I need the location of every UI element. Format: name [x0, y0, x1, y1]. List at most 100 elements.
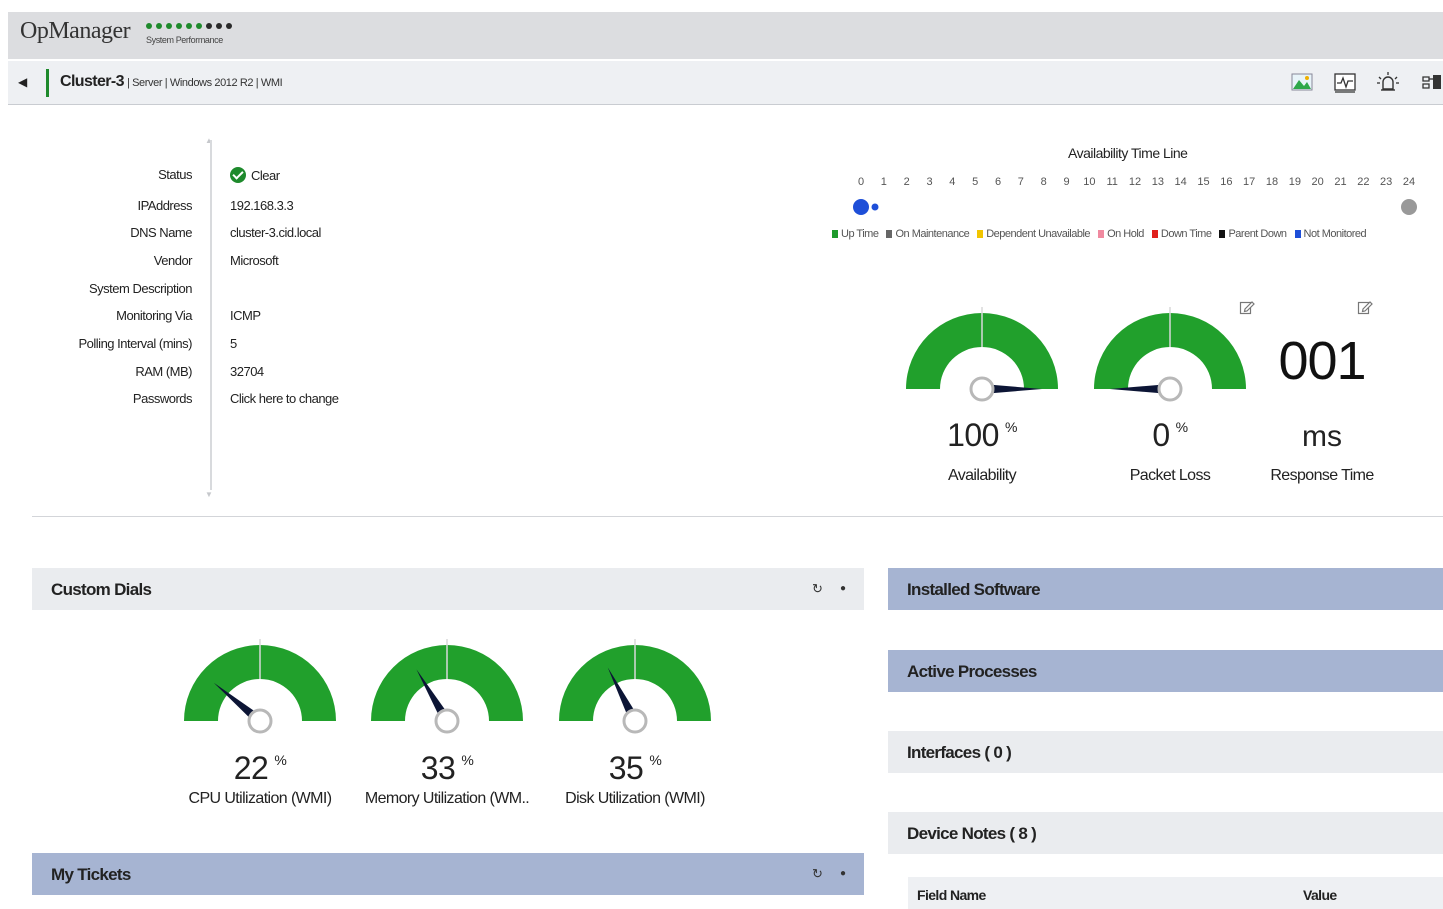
- legend-label: Up Time: [841, 228, 879, 240]
- device-meta: | Server | Windows 2012 R2 | WMI: [127, 77, 283, 89]
- memory-dial: [371, 639, 523, 734]
- brand-logo: System Performance: [146, 23, 246, 47]
- back-arrow-icon[interactable]: ◀: [18, 75, 27, 89]
- gauge-hub: [1157, 376, 1183, 402]
- my-tickets-header: My Tickets ↻ ●: [32, 853, 864, 895]
- legend-label: Down Time: [1160, 228, 1212, 240]
- availability-value: 100%: [947, 417, 1017, 453]
- response-time-value: 001: [1278, 331, 1366, 391]
- refresh-icon[interactable]: ↻: [812, 581, 823, 597]
- legend-item: On Hold: [1098, 228, 1144, 240]
- config-icon[interactable]: [1419, 71, 1443, 93]
- memory-value: 33%: [420, 750, 474, 786]
- legend-swatch: [832, 230, 838, 238]
- legend-swatch: [1151, 230, 1158, 238]
- timeline-hour-label: 3: [926, 176, 933, 188]
- timeline-hour-label: 12: [1128, 176, 1142, 188]
- packet-loss-label: Packet Loss: [1129, 467, 1211, 484]
- legend-item: Up Time: [832, 228, 879, 240]
- legend-label: Not Monitored: [1303, 228, 1367, 240]
- status-text: Clear: [251, 167, 280, 183]
- gauge-hub: [969, 376, 995, 402]
- prop-label-dns: DNS Name: [130, 225, 192, 240]
- edit-icon[interactable]: [1239, 299, 1255, 315]
- availability-timeline-title: Availability Time Line: [1068, 145, 1188, 161]
- prop-label-vendor: Vendor: [153, 253, 193, 268]
- prop-label-sysdesc: System Description: [89, 281, 192, 296]
- timeline-hour-label: 15: [1197, 176, 1210, 188]
- legend-label: On Hold: [1107, 228, 1144, 240]
- timeline-marker[interactable]: [1401, 199, 1417, 215]
- timeline-hour-label: 13: [1151, 176, 1164, 188]
- legend-label: On Maintenance: [895, 228, 970, 240]
- settings-icon[interactable]: ●: [840, 583, 846, 594]
- app-title: OpManager: [20, 18, 131, 44]
- section-divider: [32, 516, 1443, 517]
- legend-swatch: [1219, 230, 1226, 238]
- timeline-markers: [853, 199, 1417, 215]
- legend-swatch: [886, 230, 893, 238]
- active-processes-title: Active Processes: [907, 662, 1037, 681]
- custom-dials-header: Custom Dials ↻ ●: [32, 568, 864, 610]
- brand-dots-icon: [146, 23, 232, 29]
- check-circle-icon: [230, 167, 246, 183]
- prop-value-polling: 5: [230, 336, 237, 351]
- app-header: OpManager System Performance: [8, 12, 1443, 59]
- active-processes-panel[interactable]: Active Processes: [888, 650, 1443, 692]
- timeline-hours: 0 1 2 3 4 5 6 7 8 9 10 11 12 13 14 15 16 17 18 19 20 21 22 23 24: [850, 176, 1420, 190]
- prop-label-passwords: Passwords: [132, 391, 193, 406]
- timeline-marker[interactable]: [853, 199, 869, 215]
- change-password-link[interactable]: Click here to change: [230, 391, 339, 406]
- device-notes-panel[interactable]: Device Notes ( 8 ): [888, 812, 1443, 854]
- legend-item: Down Time: [1151, 228, 1212, 240]
- legend-label: Parent Down: [1228, 228, 1287, 240]
- legend-swatch: [1294, 230, 1301, 238]
- cpu-dial: [184, 639, 336, 734]
- custom-dials-title: Custom Dials: [51, 580, 152, 599]
- prop-value-dns: cluster-3.cid.local: [230, 225, 321, 240]
- timeline-hour-label: 7: [1017, 176, 1024, 188]
- timeline-hour-label: 21: [1334, 176, 1347, 188]
- gauge-hub: [247, 708, 273, 734]
- legend-item: Not Monitored: [1294, 228, 1367, 240]
- timeline-hour-label: 10: [1083, 176, 1096, 188]
- prop-label-ram: RAM (MB): [135, 364, 192, 379]
- prop-label-status: Status: [158, 167, 192, 182]
- legend-item: On Maintenance: [886, 228, 970, 240]
- installed-software-panel[interactable]: Installed Software: [888, 568, 1443, 610]
- legend-item: Dependent Unavailable: [977, 228, 1091, 240]
- availability-gauge: [906, 307, 1058, 402]
- my-tickets-title: My Tickets: [51, 865, 131, 884]
- column-field-name: Field Name: [917, 887, 986, 903]
- interfaces-title: Interfaces ( 0 ): [907, 743, 1012, 762]
- timeline-hour-label: 2: [903, 176, 910, 188]
- installed-software-title: Installed Software: [907, 580, 1041, 599]
- timeline-hour-label: 22: [1357, 176, 1370, 188]
- cpu-label: CPU Utilization (WMI): [188, 790, 333, 807]
- availability-label: Availability: [947, 467, 1017, 484]
- legend-item: Parent Down: [1219, 228, 1287, 240]
- prop-value-vendor: Microsoft: [230, 253, 279, 268]
- timeline-hour-label: 16: [1220, 176, 1233, 188]
- alarm-icon[interactable]: [1376, 71, 1400, 93]
- column-value: Value: [1303, 887, 1337, 903]
- graph-icon[interactable]: [1333, 71, 1357, 93]
- prop-value-ram: 32704: [230, 364, 264, 379]
- scroll-down-icon[interactable]: ▼: [205, 490, 213, 499]
- timeline-hour-label: 19: [1288, 176, 1301, 188]
- edit-icon[interactable]: [1357, 299, 1373, 315]
- map-icon[interactable]: [1290, 71, 1314, 93]
- notes-table-header: Field Name Value: [908, 877, 1443, 909]
- prop-label-polling: Polling Interval (mins): [78, 336, 193, 351]
- response-time-label: Response Time: [1270, 467, 1374, 484]
- timeline-marker[interactable]: [871, 203, 879, 211]
- disk-label: Disk Utilization (WMI): [565, 790, 705, 807]
- settings-icon[interactable]: ●: [840, 868, 846, 879]
- memory-label: Memory Utilization (WM..: [364, 790, 530, 807]
- refresh-icon[interactable]: ↻: [812, 866, 823, 882]
- prop-label-ipaddress: IPAddress: [137, 198, 192, 213]
- interfaces-panel[interactable]: Interfaces ( 0 ): [888, 731, 1443, 773]
- gauge-hub: [622, 708, 648, 734]
- timeline-hour-label: 8: [1040, 176, 1047, 188]
- timeline-hour-label: 24: [1402, 176, 1416, 188]
